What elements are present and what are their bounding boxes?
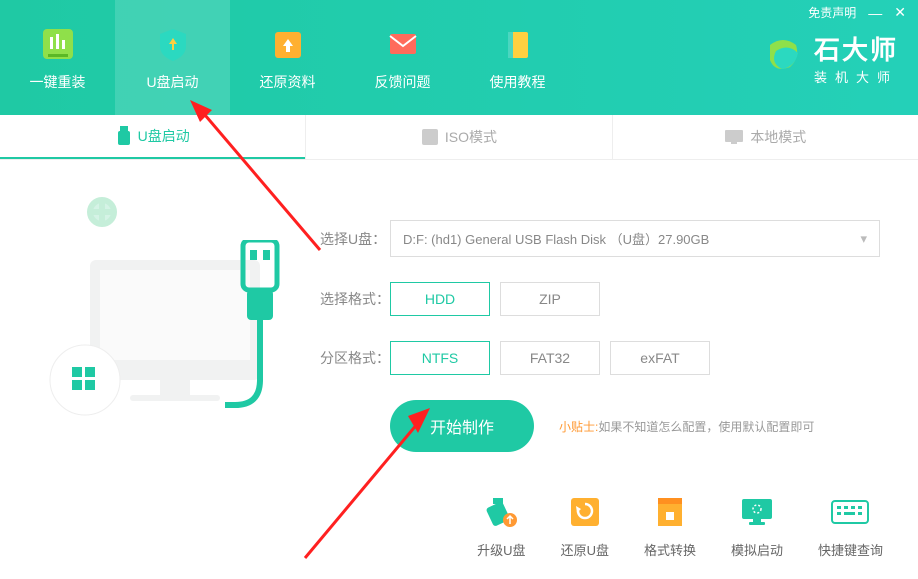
subtab-usb[interactable]: U盘启动 xyxy=(0,115,305,159)
usb-small-icon xyxy=(116,126,132,146)
format-option-zip[interactable]: ZIP xyxy=(500,282,600,316)
keyboard-icon xyxy=(830,497,870,527)
simulate-icon xyxy=(739,494,775,530)
tool-shortcut[interactable]: 快捷键查询 xyxy=(818,492,883,559)
convert-icon xyxy=(652,494,688,530)
tool-upgrade[interactable]: 升级U盘 xyxy=(477,492,525,559)
nav-label: 还原资料 xyxy=(260,72,316,92)
subtab-label: ISO模式 xyxy=(445,127,497,147)
tool-label: 格式转换 xyxy=(644,540,696,559)
bottom-toolbar: 升级U盘 还原U盘 格式转换 模拟启动 快捷键查询 xyxy=(477,492,883,559)
brand-logo-icon xyxy=(760,35,806,81)
tool-restore[interactable]: 还原U盘 xyxy=(561,492,609,559)
upgrade-usb-icon xyxy=(483,494,519,530)
partition-option-ntfs[interactable]: NTFS xyxy=(390,341,490,375)
restore-icon xyxy=(268,24,308,64)
nav-label: 使用教程 xyxy=(490,72,546,92)
restore-usb-icon xyxy=(567,494,603,530)
close-button[interactable]: ✕ xyxy=(894,4,906,21)
tool-simulate[interactable]: 模拟启动 xyxy=(731,492,783,559)
tool-label: 升级U盘 xyxy=(477,540,525,559)
subtab-iso[interactable]: ISO模式 xyxy=(305,115,612,159)
iso-icon xyxy=(421,128,439,146)
chevron-down-icon: ▾ xyxy=(860,231,867,247)
partition-label: 分区格式： xyxy=(320,348,390,368)
usb-cable-icon xyxy=(225,240,295,470)
subtab-label: U盘启动 xyxy=(138,126,190,146)
format-label: 选择格式： xyxy=(320,289,390,309)
disclaimer-link[interactable]: 免责声明 xyxy=(808,4,856,21)
nav-label: 一键重装 xyxy=(30,72,86,92)
monitor-icon xyxy=(724,129,744,145)
tutorial-icon xyxy=(498,24,538,64)
tip-content: 如果不知道怎么配置，使用默认配置即可 xyxy=(598,420,814,434)
subtab-local[interactable]: 本地模式 xyxy=(613,115,918,159)
nav-reinstall[interactable]: 一键重装 xyxy=(0,0,115,115)
brand-subtitle: 装机大师 xyxy=(814,67,898,86)
feedback-icon xyxy=(383,24,423,64)
format-option-hdd[interactable]: HDD xyxy=(390,282,490,316)
subtab-label: 本地模式 xyxy=(750,127,806,147)
tip-label: 小贴士: xyxy=(559,420,598,434)
tool-label: 还原U盘 xyxy=(561,540,609,559)
nav-restore[interactable]: 还原资料 xyxy=(230,0,345,115)
tool-label: 模拟启动 xyxy=(731,540,783,559)
partition-option-exfat[interactable]: exFAT xyxy=(610,341,710,375)
nav-tutorial[interactable]: 使用教程 xyxy=(460,0,575,115)
start-button[interactable]: 开始制作 xyxy=(390,400,534,452)
partition-option-fat32[interactable]: FAT32 xyxy=(500,341,600,375)
brand-title: 石大师 xyxy=(814,30,898,67)
minimize-button[interactable]: — xyxy=(868,5,882,21)
nav-label: 反馈问题 xyxy=(375,72,431,92)
tool-convert[interactable]: 格式转换 xyxy=(644,492,696,559)
usb-select-label: 选择U盘： xyxy=(320,229,390,249)
reinstall-icon xyxy=(38,24,78,64)
header: 一键重装 U盘启动 还原资料 反馈问题 使用教程 石大师 装机大师 免责声明 —… xyxy=(0,0,918,115)
tool-label: 快捷键查询 xyxy=(818,540,883,559)
nav-label: U盘启动 xyxy=(146,72,198,92)
usb-shield-icon xyxy=(153,24,193,64)
window-controls: 免责声明 — ✕ xyxy=(808,4,906,21)
form-area: 选择U盘： D:F: (hd1) General USB Flash Disk … xyxy=(320,220,880,452)
usb-select-dropdown[interactable]: D:F: (hd1) General USB Flash Disk （U盘）27… xyxy=(390,220,880,257)
nav-usb[interactable]: U盘启动 xyxy=(115,0,230,115)
tip-text: 小贴士:如果不知道怎么配置，使用默认配置即可 xyxy=(559,418,814,435)
sub-tabs: U盘启动 ISO模式 本地模式 xyxy=(0,115,918,160)
nav-feedback[interactable]: 反馈问题 xyxy=(345,0,460,115)
usb-select-value: D:F: (hd1) General USB Flash Disk （U盘）27… xyxy=(403,229,709,248)
